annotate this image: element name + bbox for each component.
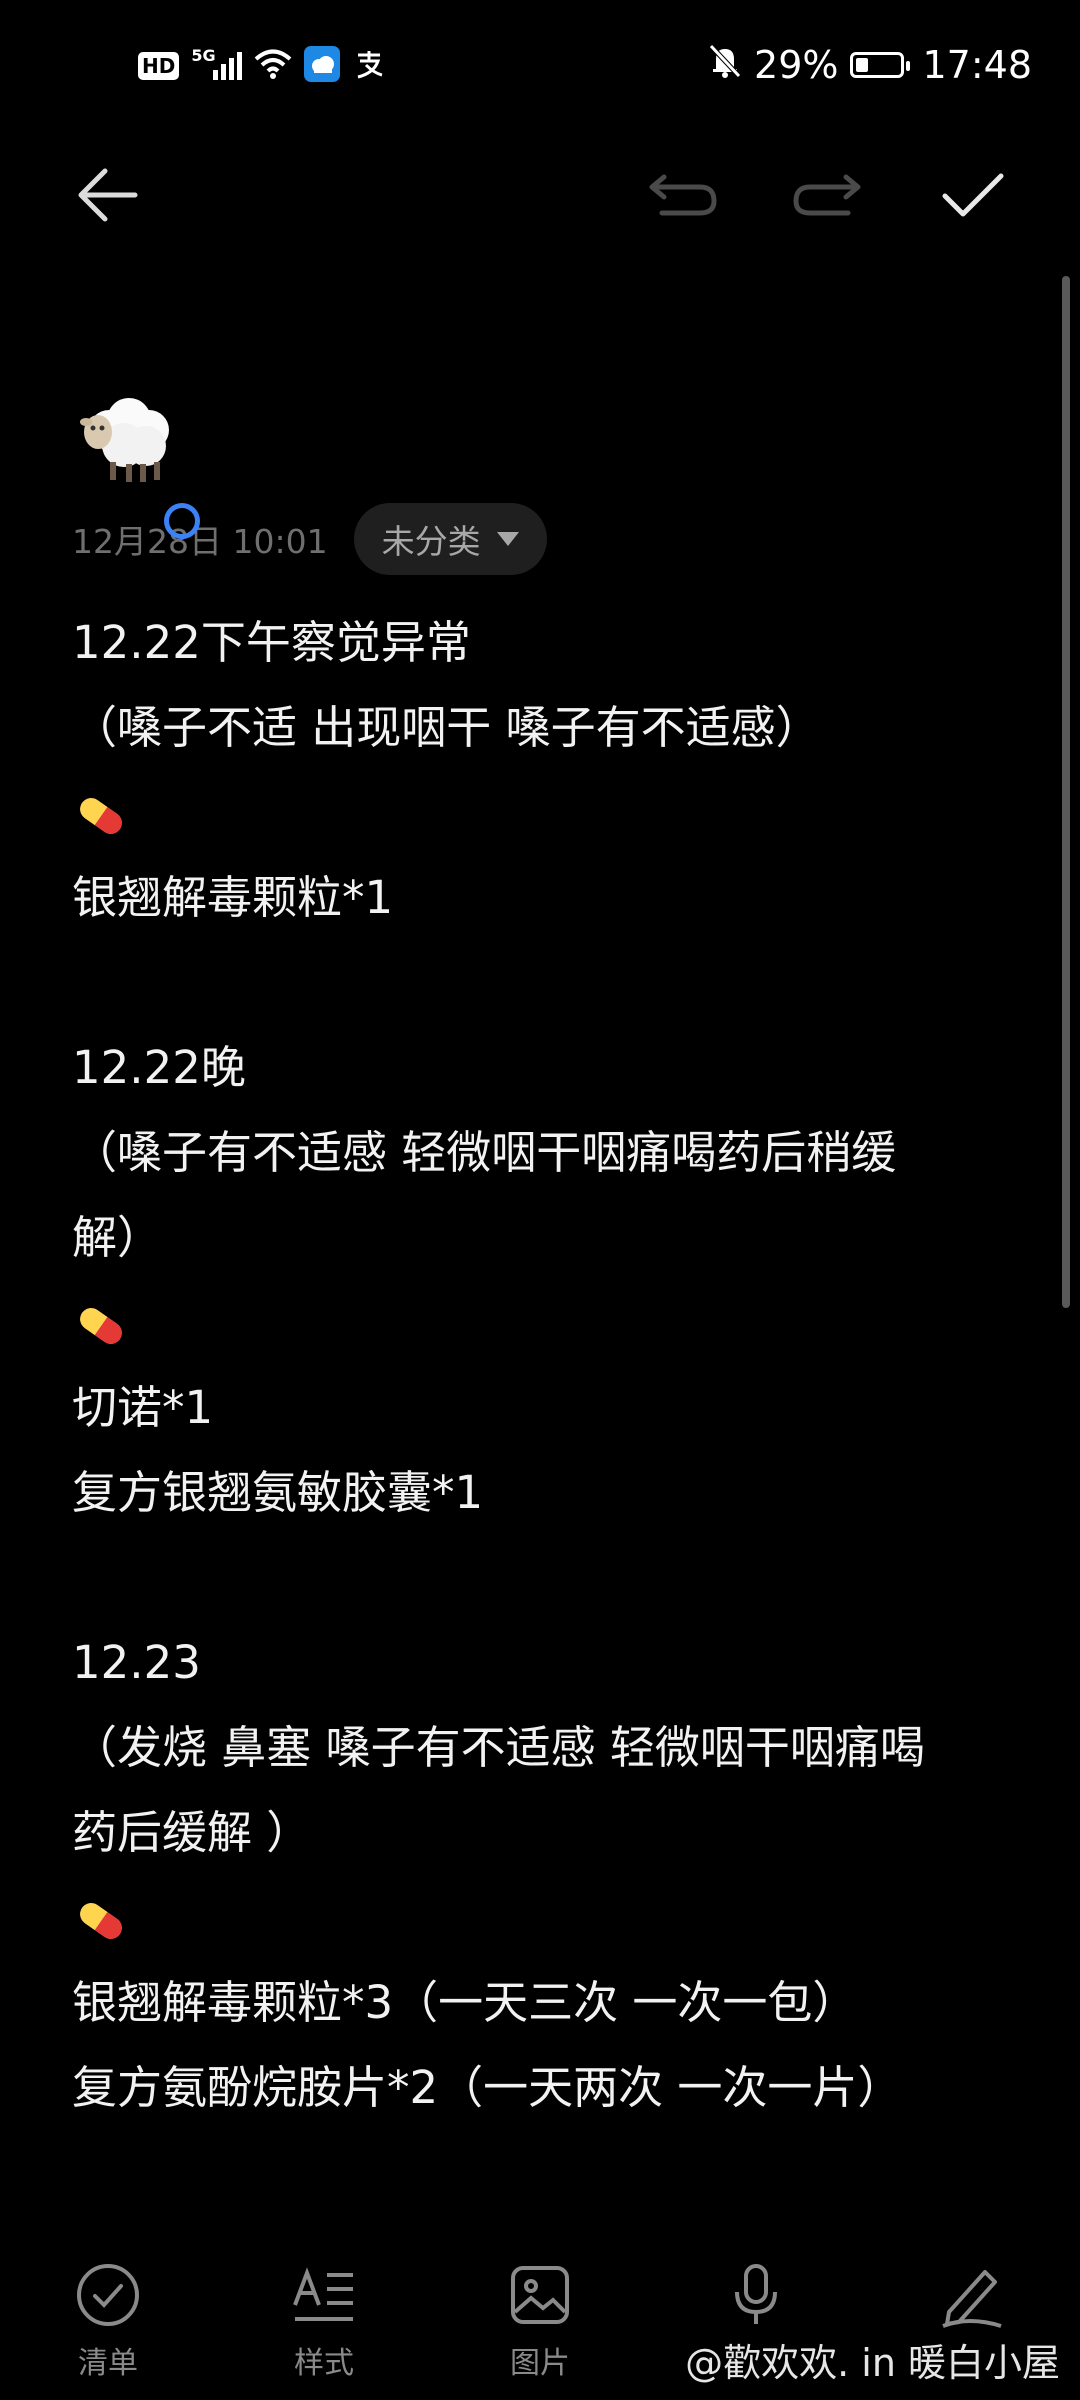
note-meta: 12月28日 10:01 未分类 (72, 500, 547, 578)
watermark: @歡欢欢. in 暖白小屋 (685, 2341, 1060, 2385)
note-line: （嗓子有不适感 轻微咽干咽痛喝药后稍缓 (72, 1126, 897, 1179)
redo-button[interactable] (772, 140, 882, 250)
category-label: 未分类 (381, 522, 481, 561)
note-date-text: 12月28日 10:01 (72, 522, 328, 561)
text-style-label: 样式 (294, 2346, 354, 2381)
checklist-icon (73, 2260, 143, 2330)
note-line: 药后缓解 ） (72, 1806, 312, 1859)
alipay-icon (352, 47, 386, 85)
category-dropdown[interactable]: 未分类 (353, 503, 547, 575)
back-button[interactable] (52, 140, 162, 250)
redo-icon (793, 174, 861, 216)
weather-icon (304, 46, 341, 86)
sheep-emoji-icon (74, 380, 184, 490)
status-right: 29% 17:48 (708, 40, 1032, 90)
text-style-button[interactable]: 样式 (254, 2260, 394, 2382)
battery-level (856, 58, 869, 72)
signal-5g-icon: 5G (191, 46, 243, 80)
undo-button[interactable] (628, 140, 738, 250)
status-left: HD 5G (138, 46, 386, 86)
note-line: 银翘解毒颗粒*3（一天三次 一次一包） (72, 1976, 858, 2029)
note-line: 银翘解毒颗粒*1 (72, 871, 394, 924)
note-line: 复方银翘氨敏胶囊*1 (72, 1466, 484, 1519)
battery-icon (850, 52, 911, 78)
checklist-label: 清单 (78, 2346, 138, 2381)
note-line: （嗓子不适 出现咽干 嗓子有不适感） (72, 701, 821, 754)
note-line: 解） (72, 1211, 163, 1264)
pill-emoji-icon (72, 770, 1002, 855)
status-bar: HD 5G 29% 17:48 (0, 0, 1080, 130)
pill-emoji-icon (72, 1280, 1002, 1365)
note-line: 12.23 (72, 1636, 201, 1689)
check-icon (942, 173, 1004, 217)
undo-icon (649, 174, 717, 216)
chevron-down-icon (496, 532, 519, 546)
clock: 17:48 (922, 43, 1032, 87)
network-type: 5G (191, 46, 216, 65)
note-line: 12.22晚 (72, 1041, 246, 1094)
pill-emoji-icon (72, 1875, 1002, 1960)
note-body[interactable]: 12.22下午察觉异常 （嗓子不适 出现咽干 嗓子有不适感） 银翘解毒颗粒*1 12.… (72, 600, 1002, 2130)
wifi-icon (254, 48, 292, 84)
handwriting-icon (937, 2260, 1007, 2330)
note-line: 复方氨酚烷胺片*2（一天两次 一次一片） (72, 2061, 903, 2114)
note-line: 12.22下午察觉异常 (72, 616, 471, 669)
mute-bell-icon (708, 43, 742, 88)
image-label: 图片 (510, 2346, 570, 2381)
back-arrow-icon (78, 168, 138, 222)
note-line: （发烧 鼻塞 嗓子有不适感 轻微咽干咽痛喝 (72, 1721, 925, 1774)
touch-indicator (164, 503, 200, 539)
image-icon (505, 2260, 575, 2330)
scrollbar[interactable] (1062, 276, 1070, 1308)
note-date: 12月28日 10:01 (72, 503, 328, 563)
checklist-button[interactable]: 清单 (38, 2260, 178, 2382)
hd-icon: HD (138, 52, 180, 80)
editor-toolbar (0, 140, 1080, 250)
save-check-button[interactable] (918, 140, 1028, 250)
image-button[interactable]: 图片 (470, 2260, 610, 2382)
note-line: 切诺*1 (72, 1381, 214, 1434)
battery-percent: 29% (754, 43, 839, 87)
text-style-icon (289, 2260, 359, 2330)
microphone-icon (721, 2260, 791, 2330)
